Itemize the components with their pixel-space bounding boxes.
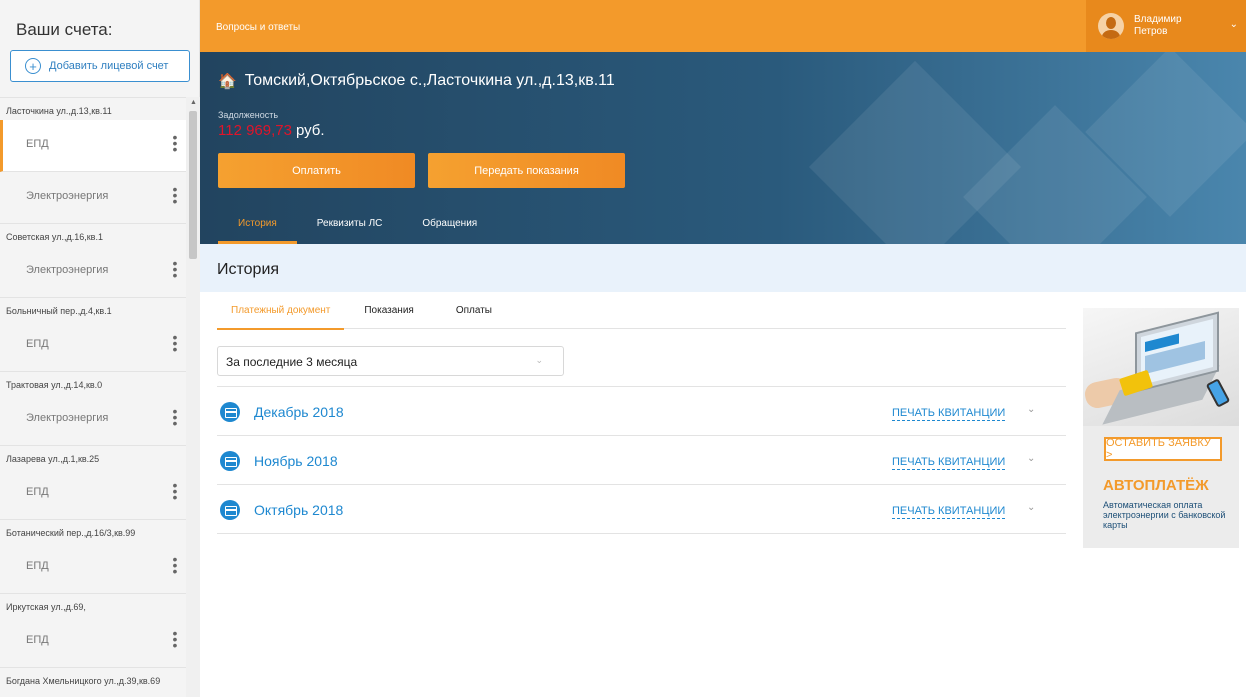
calendar-icon (220, 451, 240, 471)
pay-button[interactable]: Оплатить (218, 153, 415, 188)
scrollbar-thumb[interactable] (189, 111, 197, 259)
month-list: Декабрь 2018 ПЕЧАТЬ КВИТАНЦИИ ⌄ Ноябрь 2… (217, 386, 1066, 534)
account-item-electricity[interactable]: Электроэнергия • • • (0, 246, 186, 298)
top-bar: Вопросы и ответы Владимир Петров ⌄ (200, 0, 1246, 52)
tab-account-details[interactable]: Реквизиты ЛС (297, 206, 403, 244)
laptop-screen (1141, 319, 1213, 385)
phone-image (1205, 378, 1231, 408)
app: Ваши счета: + Добавить лицевой счет Ласт… (0, 0, 1246, 697)
account-address: Больничный пер.,д.4,кв.1 (6, 306, 112, 316)
account-item-label: Электроэнергия (26, 264, 109, 276)
account-address: Ботанический пер.,д.16/3,кв.99 (6, 528, 136, 538)
autopay-banner[interactable]: ОСТАВИТЬ ЗАЯВКУ > АВТОПЛАТЁЖ Автоматичес… (1083, 308, 1239, 548)
list-item[interactable]: Декабрь 2018 ПЕЧАТЬ КВИТАНЦИИ ⌄ (217, 387, 1066, 436)
account-address: Лазарева ул.,д.1,кв.25 (6, 454, 100, 464)
avatar (1098, 13, 1124, 39)
more-vertical-icon[interactable]: • • • (170, 404, 180, 430)
account-list: Ласточкина ул.,д.13,кв.11 ЕПД • • • Электр… (0, 97, 186, 697)
user-menu[interactable]: Владимир Петров ⌄ (1086, 0, 1246, 52)
account-item-label: ЕПД (26, 338, 49, 350)
scroll-up-icon[interactable]: ▲ (190, 99, 197, 106)
list-item[interactable]: Октябрь 2018 ПЕЧАТЬ КВИТАНЦИИ ⌄ (217, 485, 1066, 534)
account-address: Иркутская ул.,д.69, (6, 602, 86, 612)
chevron-down-icon[interactable]: ⌄ (1027, 404, 1035, 415)
add-account-label: Добавить лицевой счет (49, 60, 169, 72)
chevron-down-icon[interactable]: ⌄ (1027, 453, 1035, 464)
account-address: Богдана Хмельницкого ул.,д.39,кв.69 (6, 676, 161, 686)
month-label: Декабрь 2018 (254, 404, 344, 420)
tab-history[interactable]: История (218, 206, 297, 244)
more-vertical-icon[interactable]: • • • (170, 552, 180, 578)
period-select[interactable]: За последние 3 месяца ⌄ (217, 346, 564, 376)
banner-title: АВТОПЛАТЁЖ (1103, 477, 1209, 494)
more-vertical-icon[interactable]: • • • (170, 182, 180, 208)
more-vertical-icon[interactable]: • • • (170, 130, 180, 156)
user-name: Владимир Петров (1134, 14, 1204, 38)
sidebar-scrollbar[interactable]: ▲ (186, 97, 200, 697)
page-title: История (217, 261, 280, 278)
leave-request-button[interactable]: ОСТАВИТЬ ЗАЯВКУ > (1104, 437, 1222, 461)
print-receipt-link[interactable]: ПЕЧАТЬ КВИТАНЦИИ (892, 456, 1006, 470)
submit-readings-button[interactable]: Передать показания (428, 153, 625, 188)
plus-icon: + (25, 58, 41, 74)
more-vertical-icon[interactable]: • • • (170, 256, 180, 282)
user-first-name: Владимир (1134, 14, 1182, 25)
account-item-epd[interactable]: ЕПД • • • (0, 120, 186, 172)
debt-value: 112 969,73 руб. (218, 122, 325, 139)
account-item-epd[interactable]: ЕПД • • • (0, 542, 186, 594)
tab-requests[interactable]: Обращения (402, 206, 497, 244)
account-item-label: ЕПД (26, 634, 49, 646)
account-address-title: 🏠 Томский,Октябрьское с.,Ласточкина ул.,… (218, 72, 615, 90)
account-item-label: Электроэнергия (26, 412, 109, 424)
debt-label: Задолженость (218, 110, 279, 120)
sidebar: Ваши счета: + Добавить лицевой счет Ласт… (0, 0, 200, 697)
history-tabs: Платежный документ Показания Оплаты (217, 292, 1066, 330)
month-label: Октябрь 2018 (254, 502, 344, 518)
account-hero: 🏠 Томский,Октябрьское с.,Ласточкина ул.,… (200, 52, 1246, 244)
tab-payment-document[interactable]: Платежный документ (217, 292, 345, 330)
banner-text: Автоматическая оплата электроэнергии с б… (1103, 500, 1226, 530)
chevron-down-icon[interactable]: ⌄ (1027, 502, 1035, 513)
account-item-label: Электроэнергия (26, 190, 109, 202)
print-receipt-link[interactable]: ПЕЧАТЬ КВИТАНЦИИ (892, 407, 1006, 421)
print-receipt-link[interactable]: ПЕЧАТЬ КВИТАНЦИИ (892, 505, 1006, 519)
account-item-epd[interactable]: ЕПД • • • (0, 468, 186, 520)
calendar-icon (220, 402, 240, 422)
chevron-down-icon: ⌄ (535, 355, 543, 365)
chevron-down-icon: ⌄ (1229, 19, 1238, 30)
more-vertical-icon[interactable]: • • • (170, 478, 180, 504)
tab-readings[interactable]: Показания (350, 292, 427, 329)
account-address: Трактовая ул.,д.14,кв.0 (6, 380, 103, 390)
history-header: История (200, 244, 1246, 292)
account-item-epd[interactable]: ЕПД • • • (0, 320, 186, 372)
account-address: Советская ул.,д.16,кв.1 (6, 232, 103, 242)
account-item-label: ЕПД (26, 560, 49, 572)
month-label: Ноябрь 2018 (254, 453, 338, 469)
debt-amount: 112 969,73 (218, 122, 292, 139)
debt-currency: руб. (295, 122, 325, 139)
more-vertical-icon[interactable]: • • • (170, 626, 180, 652)
home-icon: 🏠 (218, 73, 237, 90)
add-account-button[interactable]: + Добавить лицевой счет (10, 50, 190, 82)
tab-payments[interactable]: Оплаты (442, 292, 506, 329)
faq-link[interactable]: Вопросы и ответы (216, 22, 300, 33)
account-item-label: ЕПД (26, 138, 49, 150)
sidebar-title: Ваши счета: (16, 20, 113, 39)
account-item-label: ЕПД (26, 486, 49, 498)
calendar-icon (220, 500, 240, 520)
account-item-epd[interactable]: ЕПД • • • (0, 616, 186, 668)
account-address: Ласточкина ул.,д.13,кв.11 (6, 106, 112, 116)
account-address-text: Томский,Октябрьское с.,Ласточкина ул.,д.… (244, 72, 615, 89)
account-tabs: История Реквизиты ЛС Обращения (218, 206, 497, 244)
user-last-name: Петров (1134, 26, 1168, 37)
account-item-electricity[interactable]: Электроэнергия • • • (0, 172, 186, 224)
list-item[interactable]: Ноябрь 2018 ПЕЧАТЬ КВИТАНЦИИ ⌄ (217, 436, 1066, 485)
banner-image (1083, 308, 1239, 426)
more-vertical-icon[interactable]: • • • (170, 330, 180, 356)
account-item-electricity[interactable]: Электроэнергия • • • (0, 394, 186, 446)
period-select-value: За последние 3 месяца (226, 355, 358, 369)
